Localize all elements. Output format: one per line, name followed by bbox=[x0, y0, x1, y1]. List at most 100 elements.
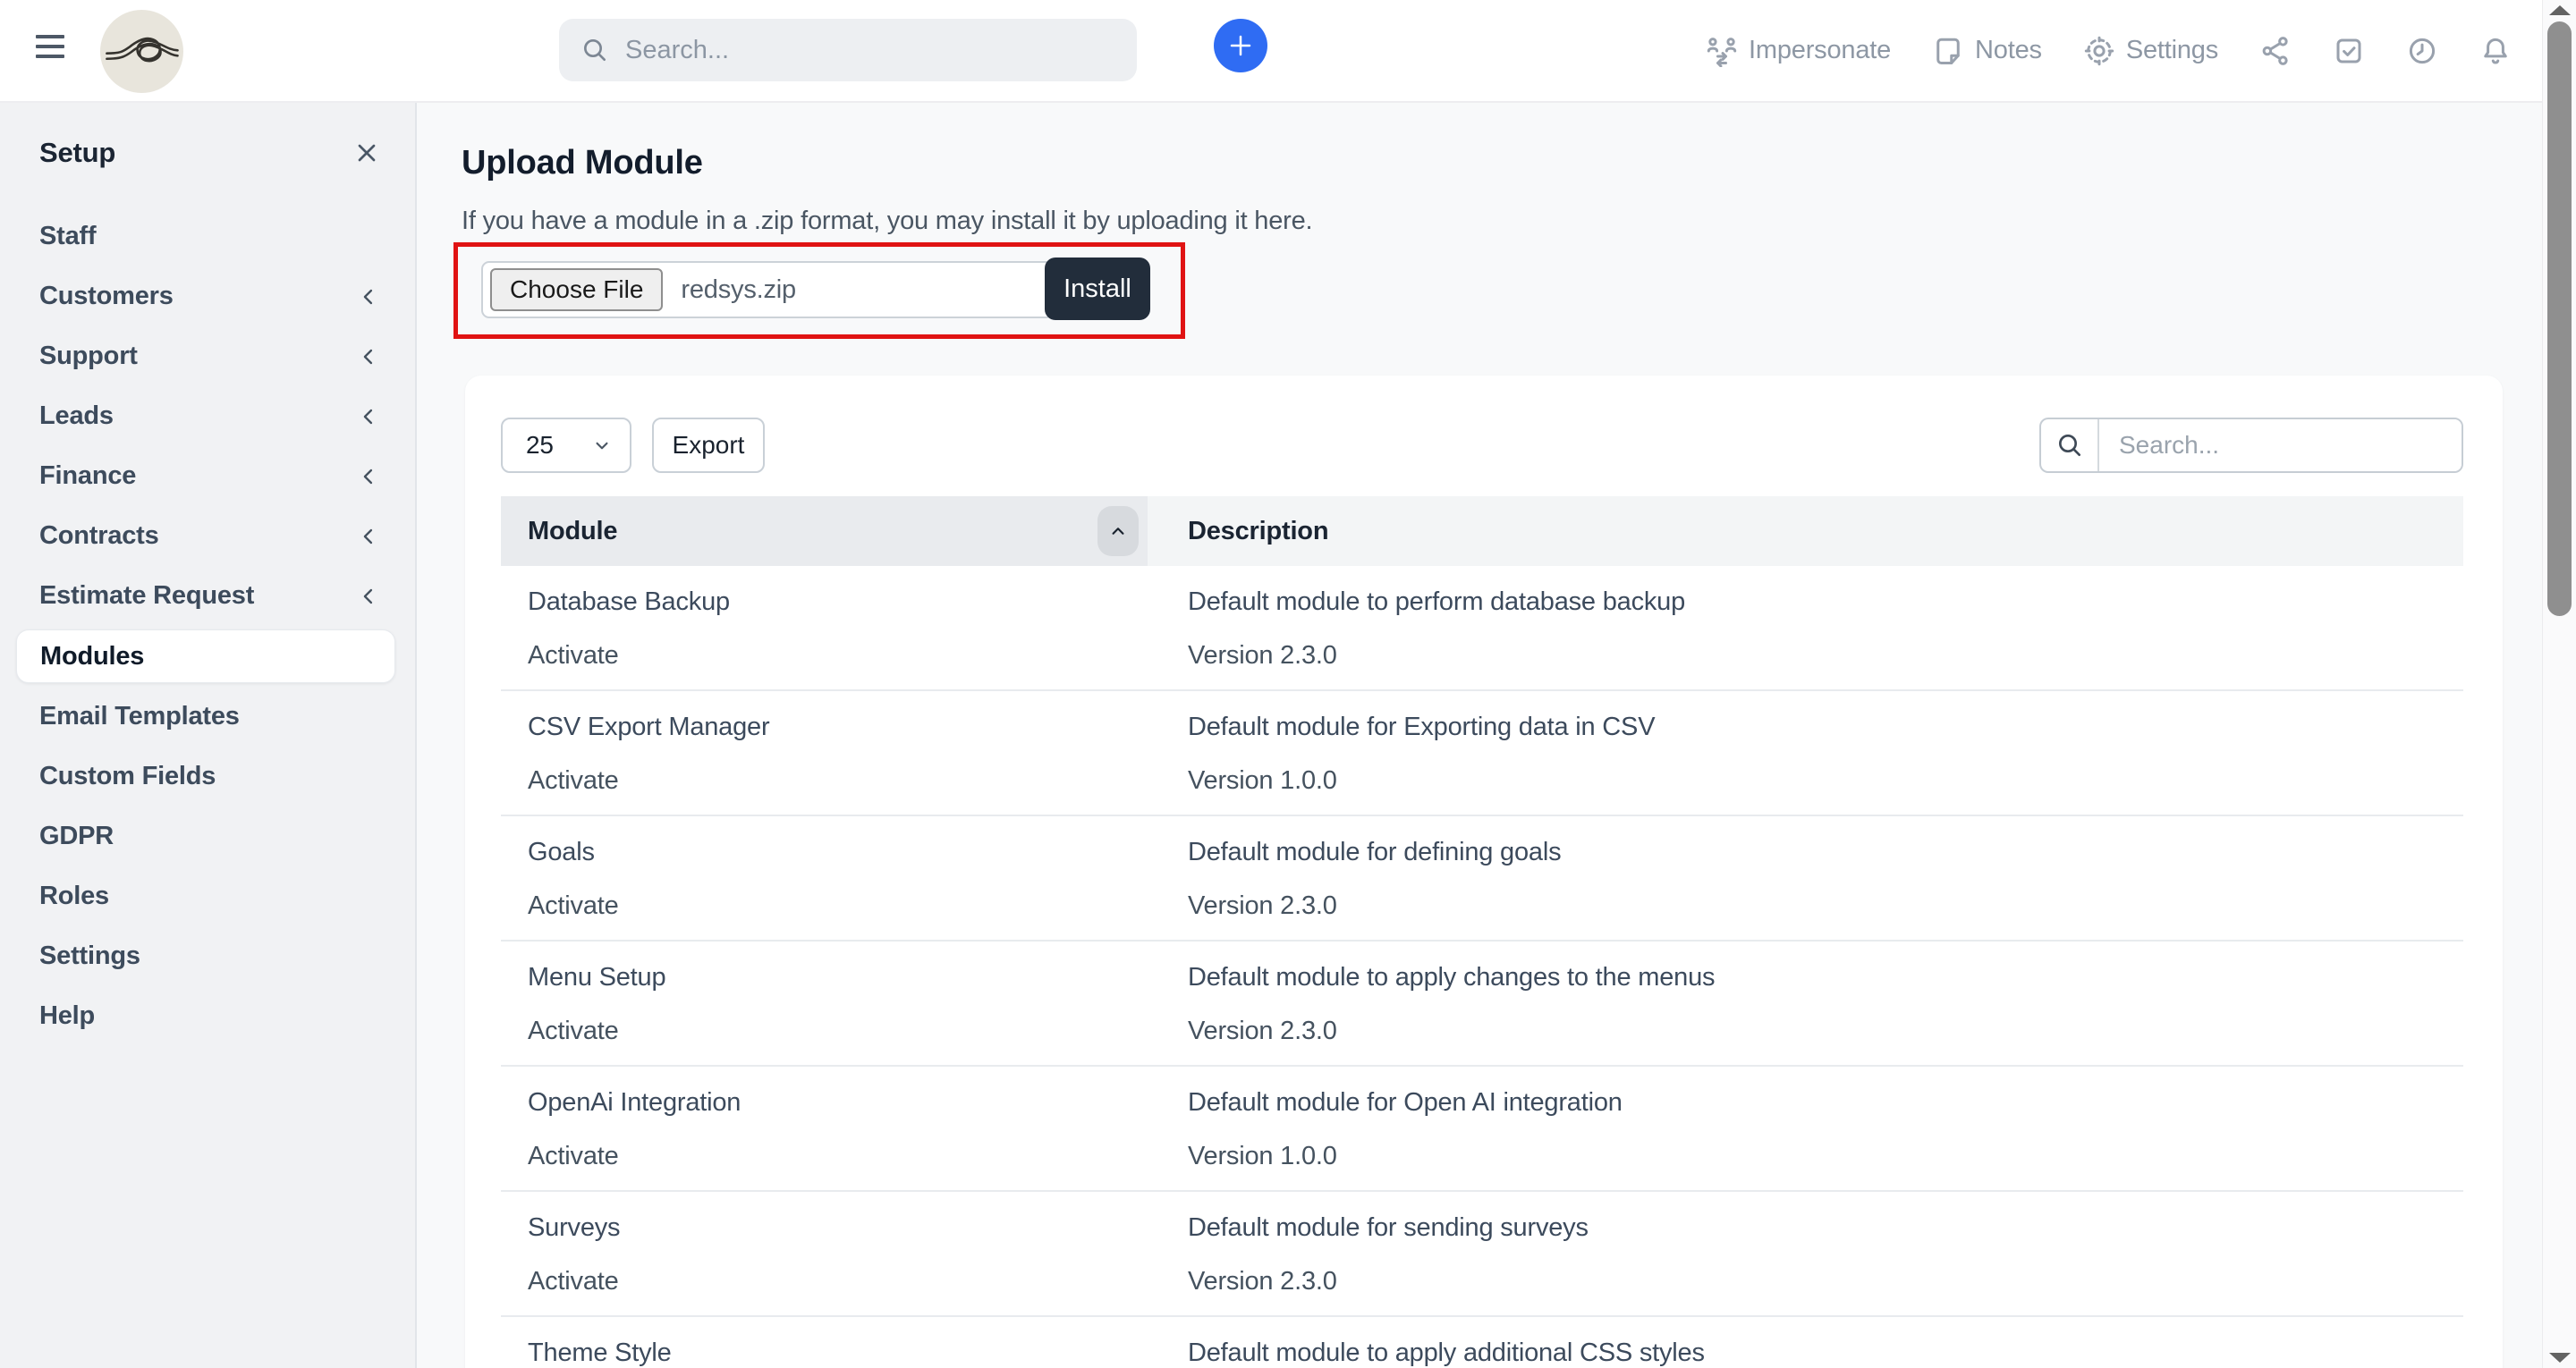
settings-button[interactable]: Settings bbox=[2083, 35, 2218, 67]
global-search-input[interactable] bbox=[625, 35, 1115, 65]
sidebar-nav: Staff Customers Support Leads Finance Contrac… bbox=[0, 207, 415, 1046]
table-body: Database Backup Activate Default module to… bbox=[501, 566, 2463, 1368]
knot-logo-icon bbox=[105, 37, 179, 62]
module-description: Default module to perform database backu… bbox=[1188, 587, 1686, 616]
notes-button[interactable]: Notes bbox=[1932, 35, 2042, 67]
sidebar-item-staff[interactable]: Staff bbox=[0, 207, 415, 266]
sidebar-title: Setup bbox=[39, 137, 116, 168]
sidebar-item-support[interactable]: Support bbox=[0, 326, 415, 386]
hamburger-menu-icon[interactable] bbox=[36, 35, 66, 65]
table-row: OpenAi Integration Activate Default module… bbox=[501, 1067, 2463, 1192]
sort-button[interactable] bbox=[1097, 506, 1139, 556]
sidebar-item-email-templates[interactable]: Email Templates bbox=[0, 687, 415, 747]
notifications-button[interactable] bbox=[2479, 35, 2512, 67]
chevron-left-icon bbox=[363, 528, 373, 544]
activate-link[interactable]: Activate bbox=[528, 1142, 619, 1171]
module-version: Version 2.3.0 bbox=[1188, 1017, 1337, 1045]
topbar-actions: Impersonate Notes Settings bbox=[1706, 0, 2512, 101]
scrollbar[interactable] bbox=[2542, 0, 2576, 1368]
company-logo[interactable] bbox=[100, 10, 183, 93]
sidebar-item-label: Estimate Request bbox=[39, 581, 255, 610]
sidebar-item-finance[interactable]: Finance bbox=[0, 446, 415, 506]
sidebar-item-label: GDPR bbox=[39, 822, 114, 850]
sidebar-item-contracts[interactable]: Contracts bbox=[0, 506, 415, 566]
module-name: Database Backup bbox=[528, 587, 730, 616]
sidebar-item-label: Leads bbox=[39, 401, 114, 430]
scrollbar-thumb[interactable] bbox=[2547, 21, 2572, 616]
activate-link[interactable]: Activate bbox=[528, 641, 619, 671]
topbar: Impersonate Notes Settings bbox=[0, 0, 2542, 103]
module-name: OpenAi Integration bbox=[528, 1088, 741, 1117]
column-header-description: Description bbox=[1188, 516, 1329, 545]
gear-icon bbox=[2084, 36, 2114, 65]
setup-sidebar: Setup Staff Customers Support Leads Finance C… bbox=[0, 103, 417, 1368]
chevron-left-icon bbox=[363, 588, 373, 604]
activate-link[interactable]: Activate bbox=[528, 1017, 619, 1046]
sidebar-item-label: Staff bbox=[39, 222, 97, 250]
module-version: Version 1.0.0 bbox=[1188, 766, 1337, 795]
timesheet-button[interactable] bbox=[2406, 35, 2438, 67]
sidebar-item-estimate-request[interactable]: Estimate Request bbox=[0, 566, 415, 626]
export-button[interactable]: Export bbox=[652, 418, 765, 473]
sidebar-item-settings[interactable]: Settings bbox=[0, 926, 415, 986]
chevron-left-icon bbox=[363, 469, 373, 484]
impersonate-button[interactable]: Impersonate bbox=[1706, 35, 1891, 67]
sidebar-item-leads[interactable]: Leads bbox=[0, 386, 415, 446]
sidebar-item-help[interactable]: Help bbox=[0, 986, 415, 1046]
settings-label: Settings bbox=[2125, 36, 2218, 64]
module-name: CSV Export Manager bbox=[528, 713, 770, 741]
table-search-button[interactable] bbox=[2041, 419, 2099, 471]
close-icon bbox=[358, 144, 376, 162]
module-name: Menu Setup bbox=[528, 963, 666, 992]
sidebar-item-gdpr[interactable]: GDPR bbox=[0, 806, 415, 866]
table-search-input[interactable] bbox=[2099, 419, 2462, 471]
sidebar-close-button[interactable] bbox=[352, 139, 381, 167]
page-title: Upload Module bbox=[462, 144, 703, 182]
chevron-left-icon bbox=[363, 289, 373, 304]
quick-add-button[interactable] bbox=[1214, 19, 1267, 72]
plus-icon bbox=[1230, 35, 1251, 56]
table-header: Module Description bbox=[501, 496, 2463, 566]
search-icon bbox=[584, 39, 606, 61]
share-button[interactable] bbox=[2259, 35, 2292, 67]
sidebar-item-label: Custom Fields bbox=[39, 762, 216, 790]
activate-link[interactable]: Activate bbox=[528, 891, 619, 921]
scrollbar-down-arrow[interactable] bbox=[2549, 1353, 2571, 1363]
module-description: Default module to apply changes to the m… bbox=[1188, 963, 1716, 992]
module-version: Version 2.3.0 bbox=[1188, 891, 1337, 920]
bell-icon bbox=[2484, 38, 2507, 64]
global-search[interactable] bbox=[559, 19, 1137, 81]
tasks-button[interactable] bbox=[2333, 35, 2365, 67]
sidebar-item-label: Support bbox=[39, 342, 138, 370]
annotation-highlight-box: Choose File redsys.zip Install bbox=[453, 242, 1185, 339]
column-header-module: Module bbox=[528, 516, 618, 545]
module-version: Version 2.3.0 bbox=[1188, 1267, 1337, 1296]
app-window: Impersonate Notes Settings bbox=[0, 0, 2576, 1368]
modules-card: 25 Export Module bbox=[465, 376, 2503, 1368]
module-file-input[interactable]: Choose File redsys.zip bbox=[481, 261, 1054, 318]
sidebar-item-label: Modules bbox=[40, 641, 145, 671]
module-description: Default module for Exporting data in CSV bbox=[1188, 713, 1656, 741]
scrollbar-up-arrow[interactable] bbox=[2549, 5, 2571, 15]
table-search[interactable] bbox=[2039, 418, 2463, 473]
table-row: Menu Setup Activate Default module to appl… bbox=[501, 942, 2463, 1067]
impersonate-label: Impersonate bbox=[1749, 36, 1892, 64]
activate-link[interactable]: Activate bbox=[528, 1267, 619, 1296]
module-description: Default module for Open AI integration bbox=[1188, 1088, 1623, 1117]
chevron-left-icon bbox=[363, 409, 373, 424]
sidebar-item-label: Customers bbox=[39, 282, 174, 310]
modules-table: Module Description Database Backup Activa… bbox=[501, 496, 2463, 1368]
module-version: Version 1.0.0 bbox=[1188, 1142, 1337, 1170]
table-row: Surveys Activate Default module for sendin… bbox=[501, 1192, 2463, 1317]
sidebar-item-modules[interactable]: Modules bbox=[16, 629, 395, 683]
sidebar-item-custom-fields[interactable]: Custom Fields bbox=[0, 747, 415, 806]
sidebar-item-customers[interactable]: Customers bbox=[0, 266, 415, 326]
table-row: Database Backup Activate Default module to… bbox=[501, 566, 2463, 691]
page-size-select[interactable]: 25 bbox=[501, 418, 631, 473]
activate-link[interactable]: Activate bbox=[528, 766, 619, 796]
clock-icon bbox=[2409, 38, 2436, 63]
choose-file-button[interactable]: Choose File bbox=[490, 268, 664, 311]
sidebar-item-roles[interactable]: Roles bbox=[0, 866, 415, 926]
page-subtitle: If you have a module in a .zip format, y… bbox=[462, 207, 1313, 235]
install-button[interactable]: Install bbox=[1045, 258, 1150, 320]
